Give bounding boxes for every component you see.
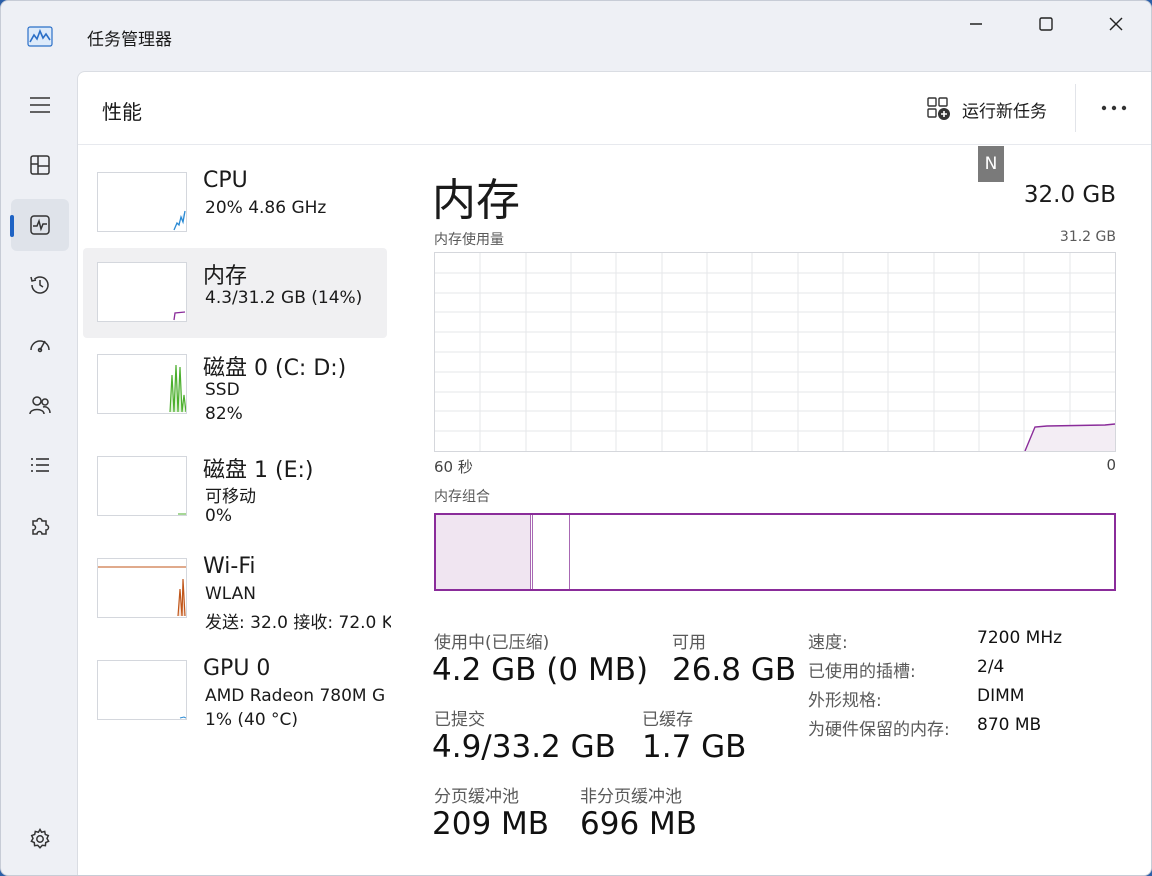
in-use-value: 4.2 GB (0 MB) xyxy=(432,652,649,688)
hardware-reserved-value: 870 MB xyxy=(977,715,1042,735)
form-factor-value: DIMM xyxy=(977,686,1025,706)
speedometer-icon xyxy=(30,340,50,353)
disk0-mini-graph xyxy=(97,354,187,414)
nav-users[interactable] xyxy=(11,379,69,431)
device-name: GPU 0 xyxy=(203,656,271,681)
performance-chart-icon xyxy=(30,215,50,235)
maximize-icon xyxy=(1039,17,1053,31)
memory-capacity: 32.0 GB xyxy=(1023,182,1116,208)
nav-app-history[interactable] xyxy=(11,259,69,311)
services-puzzle-icon xyxy=(32,517,50,535)
device-throughput: 发送: 32.0 接收: 72.0 K xyxy=(205,613,391,633)
graph-time-left: 60 秒 xyxy=(434,458,473,476)
speed-value: 7200 MHz xyxy=(977,628,1063,648)
paged-pool-value: 209 MB xyxy=(432,806,550,842)
device-name: 内存 xyxy=(203,264,248,289)
nav-processes[interactable] xyxy=(11,139,69,191)
details-list-icon xyxy=(31,458,49,472)
graph-time-right: 0 xyxy=(1106,456,1116,474)
nonpaged-pool-value: 696 MB xyxy=(580,806,698,842)
run-task-icon xyxy=(927,97,950,120)
committed-label: 已提交 xyxy=(434,710,485,730)
device-detail: WLAN xyxy=(205,584,257,604)
memory-title: 内存 xyxy=(432,175,520,226)
device-detail: SSD xyxy=(205,380,240,400)
device-name: 磁盘 1 (E:) xyxy=(203,458,314,483)
device-name: 磁盘 0 (C: D:) xyxy=(203,356,347,381)
composition-in-use xyxy=(436,515,531,589)
wifi-mini-graph xyxy=(97,558,187,618)
close-button[interactable] xyxy=(1081,1,1151,47)
header-divider xyxy=(1075,84,1076,132)
page-header: 性能 运行新任务 xyxy=(78,72,1151,145)
slots-label: 已使用的插槽: xyxy=(808,662,916,682)
device-usage: 0% xyxy=(205,506,232,526)
history-icon xyxy=(30,276,49,294)
task-manager-window: 任务管理器 性能 运行新任务 CPU 20% 4.86 GHz 内存 4.3/3… xyxy=(0,0,1152,876)
nonpaged-pool-label: 非分页缓冲池 xyxy=(580,787,682,807)
device-detail: 可移动 xyxy=(205,487,256,507)
device-cpu[interactable]: CPU 20% 4.86 GHz xyxy=(83,158,387,248)
minimize-icon xyxy=(970,23,982,25)
device-memory[interactable]: 内存 4.3/31.2 GB (14%) xyxy=(83,248,387,338)
maximize-button[interactable] xyxy=(1011,1,1081,47)
speed-label: 速度: xyxy=(808,633,848,653)
device-usage: 82% xyxy=(205,404,243,424)
run-new-task-button[interactable]: 运行新任务 xyxy=(926,94,1047,124)
usage-area xyxy=(1025,424,1115,451)
users-icon xyxy=(29,396,51,415)
device-name: CPU xyxy=(203,168,248,193)
device-gpu-0[interactable]: GPU 0 AMD Radeon 780M G 1% (40 °C) xyxy=(83,646,387,736)
hamburger-icon xyxy=(30,97,50,113)
overlay-tag: N xyxy=(978,146,1004,182)
nav-services[interactable] xyxy=(11,499,69,551)
close-icon xyxy=(1109,17,1123,31)
committed-value: 4.9/33.2 GB xyxy=(432,729,616,765)
device-disk-0[interactable]: 磁盘 0 (C: D:) SSD 82% xyxy=(83,340,387,430)
device-name: Wi-Fi xyxy=(203,554,256,579)
main-panel: 性能 运行新任务 CPU 20% 4.86 GHz 内存 4.3/31.2 GB… xyxy=(77,71,1151,875)
run-new-task-label: 运行新任务 xyxy=(962,101,1047,122)
nav-startup-apps[interactable] xyxy=(11,319,69,371)
nav-performance[interactable] xyxy=(10,199,69,251)
navigation-menu-button[interactable] xyxy=(11,79,69,131)
cached-value: 1.7 GB xyxy=(642,729,747,765)
page-title: 性能 xyxy=(102,100,142,124)
memory-mini-graph xyxy=(97,262,187,322)
processes-grid-icon xyxy=(30,155,50,175)
memory-composition-bar xyxy=(434,513,1116,591)
device-detail: 20% 4.86 GHz xyxy=(205,198,327,218)
device-usage: 1% (40 °C) xyxy=(205,710,299,730)
available-value: 26.8 GB xyxy=(672,652,797,688)
task-manager-app-icon xyxy=(27,26,53,47)
memory-usage-graph xyxy=(434,252,1116,452)
title-bar: 任务管理器 xyxy=(1,1,1151,71)
more-dots-icon xyxy=(1101,105,1127,111)
gpu-mini-graph xyxy=(97,660,187,720)
device-detail: 4.3/31.2 GB (14%) xyxy=(205,288,363,308)
usage-graph-max: 31.2 GB xyxy=(1059,229,1116,245)
paged-pool-label: 分页缓冲池 xyxy=(434,787,519,807)
window-title: 任务管理器 xyxy=(87,30,172,50)
device-disk-1[interactable]: 磁盘 1 (E:) 可移动 0% xyxy=(83,442,387,532)
in-use-label: 使用中(已压缩) xyxy=(434,633,550,653)
composition-modified xyxy=(532,515,570,589)
nav-details[interactable] xyxy=(11,439,69,491)
device-detail: AMD Radeon 780M G xyxy=(205,686,386,706)
minimize-button[interactable] xyxy=(941,1,1011,47)
form-factor-label: 外形规格: xyxy=(808,691,882,711)
slots-value: 2/4 xyxy=(977,657,1005,677)
composition-label: 内存组合 xyxy=(434,489,490,505)
more-options-button[interactable] xyxy=(1094,90,1134,126)
usage-graph-svg xyxy=(435,253,1115,451)
hardware-reserved-label: 为硬件保留的内存: xyxy=(808,720,950,740)
cached-label: 已缓存 xyxy=(642,710,693,730)
available-label: 可用 xyxy=(672,633,706,653)
gear-icon xyxy=(30,828,50,849)
device-wifi[interactable]: Wi-Fi WLAN 发送: 32.0 接收: 72.0 K xyxy=(83,544,391,634)
usage-graph-label: 内存使用量 xyxy=(434,232,504,248)
nav-settings[interactable] xyxy=(11,813,69,865)
cpu-mini-graph xyxy=(97,172,187,232)
disk1-mini-graph xyxy=(97,456,187,516)
